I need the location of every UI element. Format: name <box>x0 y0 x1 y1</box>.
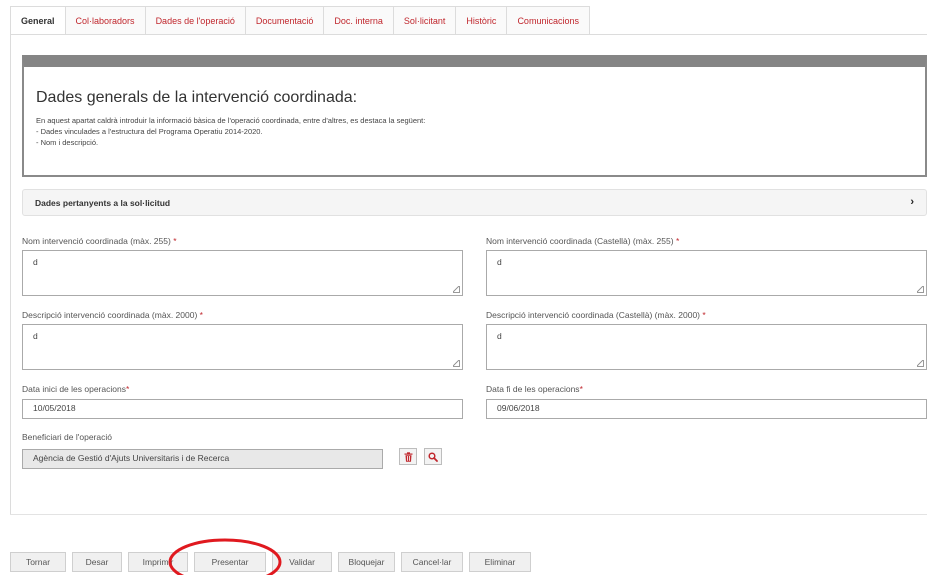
info-panel: Dades generals de la intervenció coordin… <box>22 55 927 177</box>
tabs-divider <box>10 34 927 35</box>
resize-handle-icon[interactable] <box>917 360 924 367</box>
nom-textarea[interactable]: d <box>22 250 463 296</box>
data-inici-label: Data inici de les operacions* <box>22 384 130 394</box>
resize-handle-icon[interactable] <box>453 286 460 293</box>
info-bullet: - Dades vinculades a l'estructura del Pr… <box>36 127 263 136</box>
validar-button[interactable]: Validar <box>272 552 332 572</box>
panel-border <box>10 34 11 514</box>
nom-castella-textarea[interactable]: d <box>486 250 927 296</box>
tab-bar: General Col·laboradors Dades de l'operac… <box>10 6 590 35</box>
tab-comunicacions[interactable]: Comunicacions <box>507 6 590 35</box>
nom-castella-label: Nom intervenció coordinada (Castellà) (m… <box>486 236 680 246</box>
search-beneficiari-button[interactable] <box>424 448 442 465</box>
nom-label: Nom intervenció coordinada (màx. 255) * <box>22 236 177 246</box>
section-label: Dades pertanyents a la sol·licitud <box>35 198 171 208</box>
data-fi-input[interactable]: 09/06/2018 <box>486 399 927 419</box>
data-fi-label: Data fi de les operacions* <box>486 384 583 394</box>
imprimir-button[interactable]: Imprimir <box>128 552 188 572</box>
search-icon <box>428 451 438 462</box>
trash-icon <box>404 451 412 462</box>
descripcio-textarea[interactable]: d <box>22 324 463 370</box>
tab-historic[interactable]: Històric <box>456 6 508 35</box>
cancellar-button[interactable]: Cancel·lar <box>401 552 463 572</box>
data-inici-input[interactable]: 10/05/2018 <box>22 399 463 419</box>
beneficiari-input: Agència de Gestió d'Ajuts Universitaris … <box>22 449 383 469</box>
tornar-button[interactable]: Tornar <box>10 552 66 572</box>
descripcio-castella-textarea[interactable]: d <box>486 324 927 370</box>
resize-handle-icon[interactable] <box>453 360 460 367</box>
tab-doc-interna[interactable]: Doc. interna <box>324 6 394 35</box>
beneficiari-label: Beneficiari de l'operació <box>22 432 112 442</box>
tab-sollicitant[interactable]: Sol·licitant <box>393 6 457 35</box>
tab-collaboradors[interactable]: Col·laboradors <box>65 6 146 35</box>
info-intro: En aquest apartat caldrà introduir la in… <box>36 116 426 125</box>
chevron-right-icon: › <box>910 196 914 208</box>
delete-beneficiari-button[interactable] <box>399 448 417 465</box>
resize-handle-icon[interactable] <box>917 286 924 293</box>
section-toggle-dades-sollicitud[interactable]: Dades pertanyents a la sol·licitud › <box>22 189 927 216</box>
tab-general[interactable]: General <box>10 6 66 35</box>
info-title: Dades generals de la intervenció coordin… <box>36 89 358 106</box>
tab-documentacio[interactable]: Documentació <box>245 6 325 35</box>
panel-bottom-border <box>10 514 927 515</box>
descripcio-label: Descripció intervenció coordinada (màx. … <box>22 310 203 320</box>
bloquejar-button[interactable]: Bloquejar <box>338 552 395 572</box>
descripcio-castella-label: Descripció intervenció coordinada (Caste… <box>486 310 706 320</box>
tab-dades-operacio[interactable]: Dades de l'operació <box>145 6 246 35</box>
eliminar-button[interactable]: Eliminar <box>469 552 531 572</box>
info-text: En aquest apartat caldrà introduir la in… <box>36 115 425 148</box>
info-bullet: - Nom i descripció. <box>36 138 99 147</box>
desar-button[interactable]: Desar <box>72 552 122 572</box>
presentar-button[interactable]: Presentar <box>194 552 266 572</box>
